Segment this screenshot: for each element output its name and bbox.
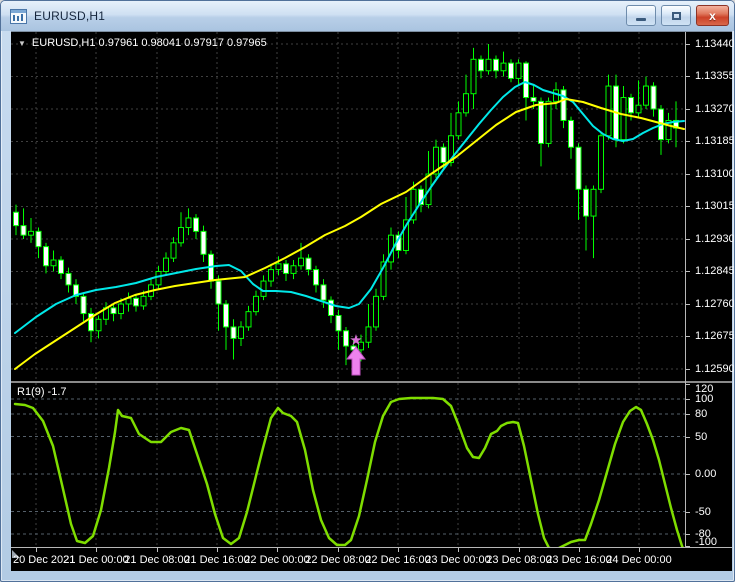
time-tick <box>519 548 520 552</box>
price-axis[interactable]: 1.13440 1.13355 1.13270 1.13185 1.13100 1.130… <box>686 32 735 548</box>
time-axis-label: 23 Dec 16:00 <box>546 554 612 566</box>
price-axis-label: 1.13100 <box>695 167 735 180</box>
indicator-tick <box>686 399 690 400</box>
close-icon: x <box>709 8 716 23</box>
chart-client-area: ★ ▼ EURUSD,H1 0.97961 0.98041 0.97917 0.… <box>11 31 735 571</box>
indicator-tick <box>686 511 690 513</box>
close-button[interactable]: x <box>696 5 729 26</box>
time-tick <box>157 548 158 552</box>
price-axis-label: 1.12675 <box>695 330 735 343</box>
chart-window: EURUSD,H1 x ★ ▼ EURUSD,H1 0.97961 0.9804… <box>0 0 735 582</box>
price-axis-label: 1.13440 <box>695 38 735 50</box>
maximize-button[interactable] <box>661 5 691 26</box>
time-axis-label: 21 Dec 08:00 <box>124 554 190 566</box>
time-axis-label: 22 Dec 08:00 <box>305 554 371 566</box>
time-tick <box>579 548 580 552</box>
price-tick <box>686 206 690 208</box>
chart-window-icon <box>10 8 27 24</box>
minimize-button[interactable] <box>626 5 656 26</box>
time-axis-label: 21 Dec 16:00 <box>184 554 250 566</box>
time-axis-label: 23 Dec 00:00 <box>425 554 491 566</box>
price-tick <box>686 303 690 305</box>
price-tick <box>686 238 690 240</box>
window-title: EURUSD,H1 <box>34 9 106 23</box>
main-price-chart[interactable]: ★ <box>11 32 685 381</box>
price-tick <box>686 108 690 110</box>
price-axis-label: 1.13015 <box>695 200 735 213</box>
caption-buttons: x <box>626 5 729 26</box>
price-tick <box>686 76 690 78</box>
time-tick <box>217 548 218 552</box>
indicator-axis-label: -50 <box>695 505 711 518</box>
ohlc-values: EURUSD,H1 0.97961 0.98041 0.97917 0.9796… <box>31 37 267 49</box>
indicator-axis-label: 80 <box>695 408 708 420</box>
indicator-tick <box>686 414 690 415</box>
chart-quote-header: ▼ EURUSD,H1 0.97961 0.98041 0.97917 0.97… <box>18 37 267 49</box>
up-arrow-marker[interactable] <box>346 346 366 376</box>
indicator-axis-label: 100 <box>695 393 714 405</box>
indicator-tick <box>686 384 690 385</box>
time-axis-label: 22 Dec 16:00 <box>365 554 431 566</box>
price-tick <box>686 271 690 273</box>
time-tick <box>338 548 339 552</box>
time-tick <box>96 548 97 552</box>
indicator-tick <box>686 534 690 535</box>
maximize-icon <box>671 11 681 20</box>
price-axis-label: 1.13185 <box>695 135 735 148</box>
title-bar[interactable]: EURUSD,H1 x <box>1 1 734 31</box>
time-tick <box>398 548 399 552</box>
time-axis-label: 22 Dec 00:00 <box>244 554 310 566</box>
price-tick <box>686 173 690 175</box>
price-axis-label: 1.12590 <box>695 362 735 375</box>
time-tick <box>458 548 459 552</box>
time-axis-label: 24 Dec 00:00 <box>606 554 672 566</box>
time-axis[interactable]: 20 Dec 2021 21 Dec 00:00 21 Dec 08:00 21 De… <box>11 547 732 571</box>
indicator-axis-label: 0.00 <box>695 468 717 480</box>
symbol-dropdown-icon[interactable]: ▼ <box>18 39 26 48</box>
time-tick <box>277 548 278 552</box>
price-axis-label: 1.13270 <box>695 102 735 115</box>
price-axis-label: 1.13355 <box>695 70 735 83</box>
price-tick <box>686 336 690 338</box>
indicator-tick <box>686 436 690 438</box>
indicator-tick <box>686 474 690 475</box>
minimize-icon <box>636 18 646 21</box>
indicator-axis-label: 50 <box>695 430 708 443</box>
indicator-label: R1(9) -1.7 <box>17 386 67 398</box>
price-axis-label: 1.12930 <box>695 232 735 245</box>
price-axis-label: 1.12760 <box>695 297 735 310</box>
time-axis-label: 23 Dec 08:00 <box>486 554 552 566</box>
time-tick <box>36 548 37 552</box>
indicator-pane[interactable] <box>11 383 685 547</box>
price-tick <box>686 368 690 370</box>
time-axis-label: 21 Dec 00:00 <box>63 554 129 566</box>
price-axis-label: 1.12845 <box>695 265 735 278</box>
price-tick <box>686 44 690 45</box>
price-tick <box>686 141 690 143</box>
time-tick <box>639 548 640 552</box>
